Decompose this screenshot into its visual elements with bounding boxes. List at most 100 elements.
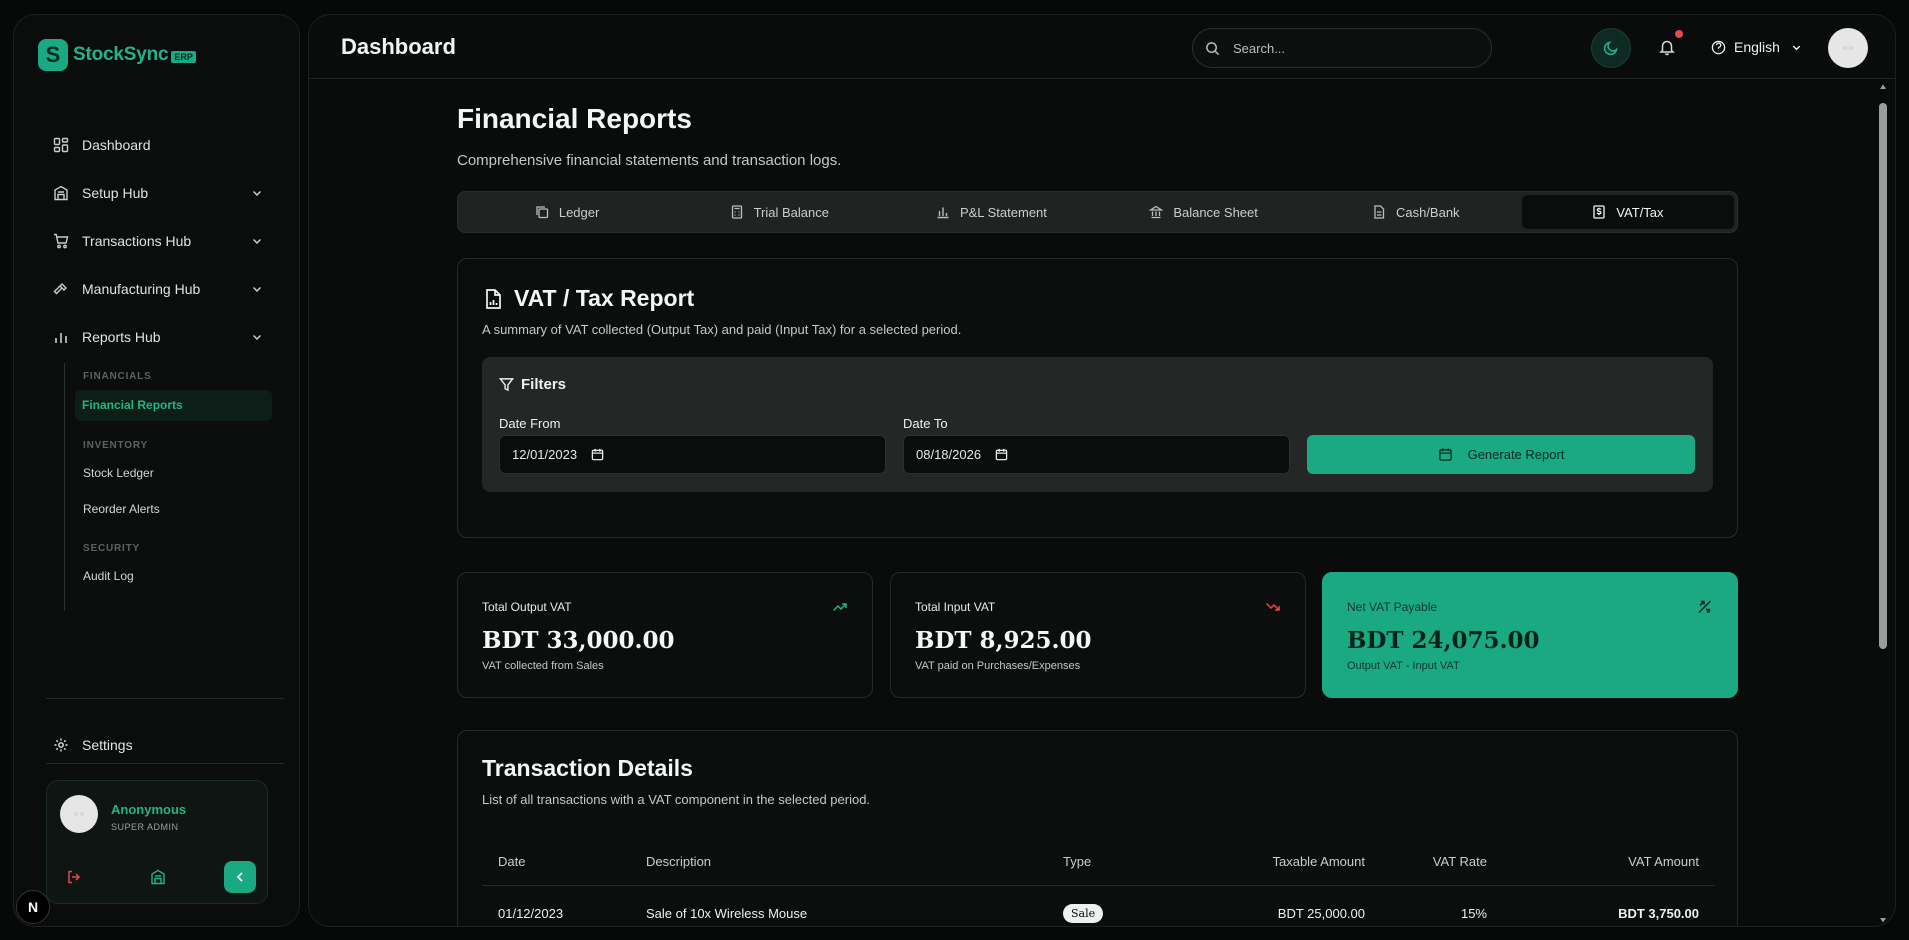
sidebar-item-label: Transactions Hub <box>82 233 192 249</box>
n-logo-icon[interactable]: N <box>16 890 50 924</box>
bar-chart-icon <box>936 205 950 219</box>
report-title: VAT / Tax Report <box>482 285 694 312</box>
app-logo[interactable]: S StockSync ERP <box>38 39 196 71</box>
subnav-item-stock-ledger[interactable]: Stock Ledger <box>65 458 288 488</box>
receipt-dollar-icon <box>1592 205 1606 219</box>
sidebar-nav: Dashboard Setup Hub Transactions Hub Man… <box>38 121 278 361</box>
main-panel: Dashboard English ○ ○ <box>308 14 1896 927</box>
table-row[interactable]: 01/12/2023 Sale of 10x Wireless Mouse Sa… <box>482 886 1715 926</box>
sidebar-item-setup-hub[interactable]: Setup Hub <box>38 169 278 217</box>
section-subtitle: Comprehensive financial statements and t… <box>457 152 842 169</box>
tab-cash-bank[interactable]: Cash/Bank <box>1310 195 1522 229</box>
globe-icon <box>1711 40 1726 55</box>
stat-card-output-vat: Total Output VAT BDT 33,000.00 VAT colle… <box>457 572 873 698</box>
logout-icon <box>66 869 82 885</box>
calendar-icon[interactable] <box>591 448 604 461</box>
tab-pl-statement[interactable]: P&L Statement <box>885 195 1097 229</box>
chevron-down-icon <box>1790 41 1803 54</box>
chevron-down-icon <box>250 186 264 200</box>
stat-value: BDT 8,925.00 <box>915 627 1092 654</box>
cell-vat-rate: 15% <box>1460 906 1487 921</box>
logout-button[interactable] <box>58 861 90 893</box>
sidebar-item-transactions-hub[interactable]: Transactions Hub <box>38 217 278 265</box>
tab-label: P&L Statement <box>959 204 1047 220</box>
sidebar-item-dashboard[interactable]: Dashboard <box>38 121 278 169</box>
tab-label: Ledger <box>558 204 600 220</box>
sidebar: S StockSync ERP Dashboard Setup Hub Tran… <box>13 14 300 927</box>
date-from-value: 12/01/2023 <box>512 447 578 462</box>
logo-mark-icon: S <box>38 39 68 71</box>
chevron-down-icon <box>250 234 264 248</box>
tab-ledger[interactable]: Ledger <box>461 195 673 229</box>
stat-value: BDT 33,000.00 <box>482 627 675 654</box>
user-name: Anonymous <box>111 802 187 817</box>
transactions-title: Transaction Details <box>482 755 693 781</box>
col-vat-rate[interactable]: VAT Rate <box>1433 854 1487 869</box>
settings-label: Settings <box>82 737 133 753</box>
filters-title: Filters <box>499 376 566 393</box>
calendar-icon <box>1438 447 1453 462</box>
subnav-item-reorder-alerts[interactable]: Reorder Alerts <box>65 494 288 524</box>
transaction-details-card: Transaction Details List of all transact… <box>457 730 1738 926</box>
company-button[interactable] <box>142 861 174 893</box>
date-to-label: Date To <box>903 416 948 431</box>
sidebar-item-label: Reports Hub <box>82 329 161 345</box>
filter-icon <box>499 377 514 392</box>
section-title: Financial Reports <box>457 103 692 134</box>
subnav-item-audit-log[interactable]: Audit Log <box>65 561 288 591</box>
notification-dot <box>1675 30 1683 38</box>
tab-label: VAT/Tax <box>1616 204 1664 220</box>
bank-icon <box>1149 205 1164 219</box>
tab-balance-sheet[interactable]: Balance Sheet <box>1098 195 1310 229</box>
stat-value: BDT 24,075.00 <box>1347 627 1540 654</box>
stat-note: VAT collected from Sales <box>482 660 604 672</box>
avatar[interactable]: ○ ○ <box>1828 28 1868 68</box>
scroll-down-icon[interactable] <box>1879 916 1887 924</box>
scroll-thumb[interactable] <box>1879 103 1887 649</box>
col-description[interactable]: Description <box>646 854 711 869</box>
col-vat-amount[interactable]: VAT Amount <box>1628 854 1699 869</box>
sidebar-item-manufacturing-hub[interactable]: Manufacturing Hub <box>38 265 278 313</box>
col-type[interactable]: Type <box>1063 854 1091 869</box>
search-input[interactable] <box>1233 40 1463 56</box>
sidebar-item-settings[interactable]: Settings <box>53 737 133 753</box>
collapse-sidebar-button[interactable] <box>224 861 256 893</box>
language-selector[interactable]: English <box>1711 39 1803 55</box>
col-date[interactable]: Date <box>498 854 525 869</box>
chevron-left-icon <box>232 869 248 885</box>
avatar[interactable]: ○ ○ <box>60 795 98 833</box>
date-from-input[interactable]: 12/01/2023 <box>499 435 886 474</box>
hammer-icon <box>53 281 69 297</box>
subnav-item-financial-reports[interactable]: Financial Reports <box>75 390 272 421</box>
calendar-icon[interactable] <box>995 448 1008 461</box>
table-header: Date Description Type Taxable Amount VAT… <box>482 837 1715 886</box>
tab-vat-tax[interactable]: VAT/Tax <box>1521 195 1735 229</box>
scrollbar[interactable] <box>1877 81 1889 926</box>
search-box[interactable] <box>1192 28 1492 68</box>
file-chart-icon <box>482 288 504 310</box>
tab-label: Cash/Bank <box>1395 204 1460 220</box>
search-icon <box>1205 41 1220 56</box>
tab-trial-balance[interactable]: Trial Balance <box>673 195 885 229</box>
generate-report-button[interactable]: Generate Report <box>1307 435 1695 474</box>
trending-up-icon <box>832 599 848 615</box>
generate-report-label: Generate Report <box>1467 447 1565 462</box>
chevron-down-icon <box>250 330 264 344</box>
scroll-up-icon[interactable] <box>1879 83 1887 91</box>
tab-label: Trial Balance <box>753 204 829 220</box>
date-to-input[interactable]: 08/18/2026 <box>903 435 1290 474</box>
cell-taxable-amount: BDT 25,000.00 <box>1277 906 1365 921</box>
stat-label: Total Input VAT <box>915 600 996 614</box>
theme-toggle-button[interactable] <box>1591 28 1631 68</box>
col-taxable-amount[interactable]: Taxable Amount <box>1272 854 1365 869</box>
bell-icon[interactable] <box>1658 38 1676 56</box>
cell-date: 01/12/2023 <box>498 906 564 921</box>
stat-card-input-vat: Total Input VAT BDT 8,925.00 VAT paid on… <box>890 572 1306 698</box>
date-to-value: 08/18/2026 <box>916 447 982 462</box>
sidebar-item-reports-hub[interactable]: Reports Hub <box>38 313 278 361</box>
divider <box>46 698 284 699</box>
reports-subnav: FINANCIALS Financial Reports INVENTORY S… <box>64 363 288 611</box>
page-title: Dashboard <box>341 34 456 59</box>
stat-label: Net VAT Payable <box>1347 600 1438 614</box>
sidebar-item-label: Manufacturing Hub <box>82 281 201 297</box>
